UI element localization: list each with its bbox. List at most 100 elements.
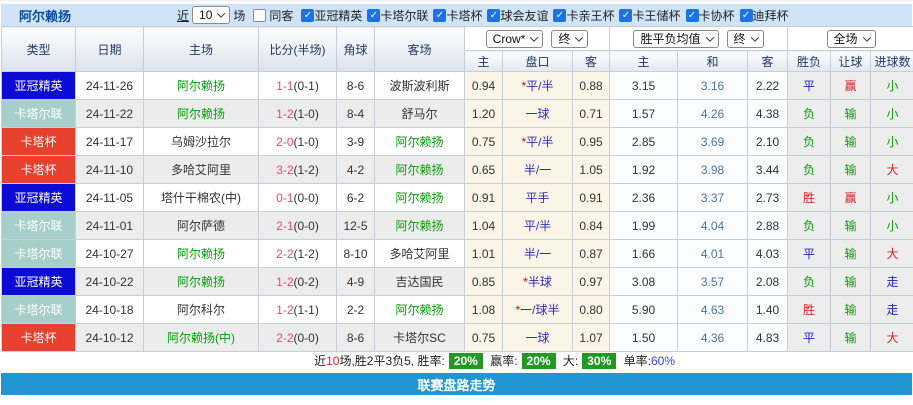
league-filter-label: 卡亲王杯 — [566, 7, 614, 24]
handicap-text: 平手 — [525, 191, 549, 205]
match-date: 24-10-18 — [76, 296, 144, 324]
handicap-text: 一/球半 — [520, 303, 559, 317]
goals-cell: 小 — [871, 128, 913, 156]
handicap-cell: 平手 — [503, 184, 573, 212]
asia-home-odds: 1.08 — [465, 296, 503, 324]
asia-state-select[interactable]: 终 — [551, 30, 588, 48]
league-checkbox[interactable] — [740, 9, 753, 22]
league-checkbox[interactable] — [301, 9, 314, 22]
asia-home-odds: 0.75 — [465, 324, 503, 352]
table-row: 卡塔尔联 24-11-01 阿尔萨德 2-1(0-0) 12-5 阿尔赖扬 1.… — [2, 212, 913, 240]
col-header-score: 比分(半场) — [259, 27, 337, 72]
corner-cell: 4-2 — [337, 156, 375, 184]
goals-cell: 小 — [871, 72, 913, 100]
match-date: 24-11-05 — [76, 184, 144, 212]
asia-home-odds: 0.94 — [465, 72, 503, 100]
match-date: 24-11-01 — [76, 212, 144, 240]
full-score: 0-1 — [276, 191, 293, 205]
away-team: 舒马尔 — [375, 100, 465, 128]
asia-away-odds: 0.91 — [573, 184, 610, 212]
half-score: (0-1) — [294, 79, 319, 93]
league-checkbox[interactable] — [619, 9, 632, 22]
league-filter-label: 亚冠精英 — [314, 7, 362, 24]
euro-home-odds: 1.66 — [610, 240, 678, 268]
asia-home-odds: 0.85 — [465, 268, 503, 296]
handicap-cell: 半/一 — [503, 240, 573, 268]
league-checkbox[interactable] — [553, 9, 566, 22]
result-cell: 负 — [788, 128, 831, 156]
result-cell: 平 — [788, 72, 831, 100]
asia-rate-label: 赢率: — [490, 354, 517, 368]
goals-cell: 大 — [871, 156, 913, 184]
table-row: 卡塔杯 24-10-12 阿尔赖扬(中) 2-2(0-0) 8-6 卡塔尔SC … — [2, 324, 913, 352]
euro-home-odds: 3.15 — [610, 72, 678, 100]
asia-away-odds: 0.84 — [573, 212, 610, 240]
league-filter-item: 卡塔尔联 — [362, 7, 428, 24]
goals-cell: 走 — [871, 296, 913, 324]
recent-link[interactable]: 近 — [177, 7, 189, 24]
asia-away-odds: 0.71 — [573, 100, 610, 128]
league-checkbox[interactable] — [686, 9, 699, 22]
europe-company-select[interactable]: 胜平负均值 — [633, 30, 718, 48]
handicap-text: 半球 — [528, 275, 552, 289]
euro-home-odds: 1.57 — [610, 100, 678, 128]
result-cell: 胜 — [788, 296, 831, 324]
league-filter-item: 卡协杯 — [681, 7, 735, 24]
same-away-checkbox[interactable] — [253, 9, 266, 22]
home-team: 阿尔科尔 — [144, 296, 259, 324]
scope-select[interactable]: 全场 — [827, 30, 876, 48]
chevron-down-icon — [705, 33, 713, 41]
recent-count-select[interactable]: 10 — [192, 6, 230, 24]
goals-cell: 小 — [871, 100, 913, 128]
corner-cell: 8-6 — [337, 72, 375, 100]
chevron-down-icon — [862, 33, 870, 41]
summary-near-label: 近 — [314, 354, 326, 368]
asia-company-select[interactable]: Crow* — [486, 30, 544, 48]
score-cell: 0-1(0-0) — [259, 184, 337, 212]
home-team: 阿尔赖扬 — [144, 268, 259, 296]
match-date: 24-10-12 — [76, 324, 144, 352]
asia-away-odds: 0.95 — [573, 128, 610, 156]
league-filter-item: 卡亲王杯 — [548, 7, 614, 24]
asia-away-odds: 1.05 — [573, 156, 610, 184]
handicap-cell: *平/半 — [503, 128, 573, 156]
full-score: 1-1 — [276, 79, 293, 93]
let-cell: 输 — [831, 156, 871, 184]
col-header-home: 主场 — [144, 27, 259, 72]
let-cell: 赢 — [831, 184, 871, 212]
league-trend-title: 联赛盘路走势 — [417, 375, 495, 394]
result-cell: 负 — [788, 156, 831, 184]
euro-draw-odds: 3.98 — [678, 156, 748, 184]
recent-count-value: 10 — [199, 8, 212, 22]
score-cell: 2-1(0-0) — [259, 212, 337, 240]
score-cell: 1-2(0-2) — [259, 268, 337, 296]
let-cell: 输 — [831, 324, 871, 352]
score-cell: 1-1(0-1) — [259, 72, 337, 100]
corner-cell: 8-10 — [337, 240, 375, 268]
matches-table: 类型 日期 主场 比分(半场) 角球 客场 Crow* 终 — [1, 26, 913, 352]
europe-state-select[interactable]: 终 — [727, 30, 764, 48]
match-date: 24-10-27 — [76, 240, 144, 268]
euro-home-odds: 1.50 — [610, 324, 678, 352]
scope-value: 全场 — [834, 30, 858, 47]
asia-away-odds: 0.80 — [573, 296, 610, 324]
league-checkbox[interactable] — [487, 9, 500, 22]
asia-away-odds: 0.88 — [573, 72, 610, 100]
win-rate-badge: 20% — [449, 353, 483, 369]
table-row: 亚冠精英 24-11-26 阿尔赖扬 1-1(0-1) 8-6 波斯波利斯 0.… — [2, 72, 913, 100]
subcol-let: 让球 — [831, 51, 871, 72]
result-cell: 平 — [788, 240, 831, 268]
half-score: (0-0) — [294, 331, 319, 345]
euro-away-odds: 3.44 — [748, 156, 788, 184]
euro-draw-odds: 3.69 — [678, 128, 748, 156]
summary-row: 近10场,胜2平3负5, 胜率:20% 赢率:20% 大:30% 单率:60% — [0, 352, 913, 371]
home-team: 多哈艾阿里 — [144, 156, 259, 184]
euro-away-odds: 4.83 — [748, 324, 788, 352]
league-checkbox[interactable] — [367, 9, 380, 22]
asia-home-odds: 0.75 — [465, 128, 503, 156]
half-score: (0-0) — [294, 191, 319, 205]
euro-draw-odds: 4.26 — [678, 100, 748, 128]
goals-cell: 大 — [871, 324, 913, 352]
league-checkbox[interactable] — [433, 9, 446, 22]
league-badge: 卡塔杯 — [2, 324, 76, 352]
